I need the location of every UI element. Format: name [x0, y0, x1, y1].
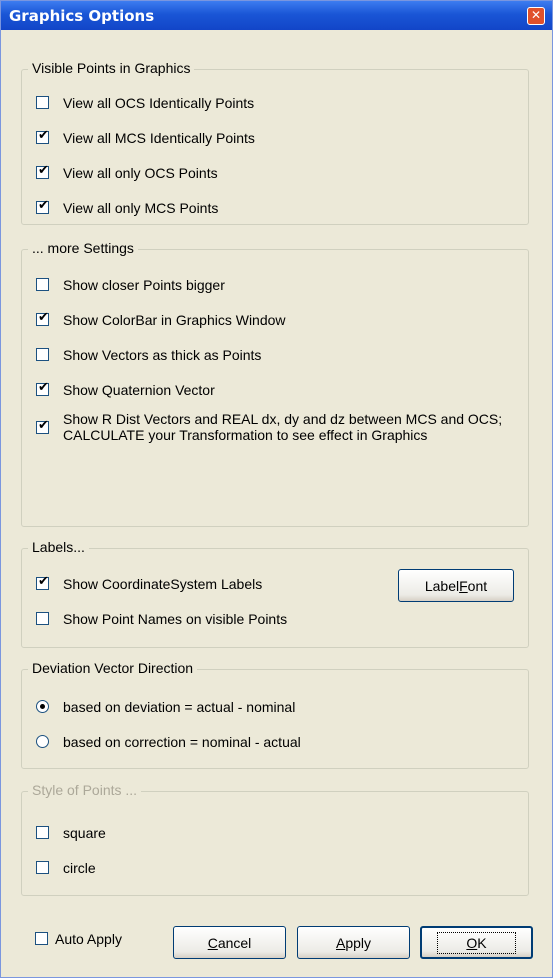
checkbox-box[interactable]: ✔: [36, 198, 49, 214]
style-of-points-group: Style of Points ... square circle: [21, 782, 529, 896]
checkbox-label: Show closer Points bigger: [63, 277, 225, 293]
checkbox-view-ocs-identically[interactable]: View all OCS Identically Points: [36, 95, 254, 111]
checkbox-box[interactable]: ✔: [36, 418, 49, 434]
apply-button[interactable]: Apply: [297, 926, 410, 959]
button-label: ancel: [217, 934, 252, 951]
button-mnemonic: A: [335, 934, 346, 951]
checkbox-square[interactable]: square: [36, 825, 106, 841]
cancel-button[interactable]: Cancel: [173, 926, 286, 959]
title-bar[interactable]: Graphics Options ✕: [1, 1, 552, 30]
label-font-button[interactable]: Label Font: [398, 569, 514, 602]
radio-label: based on deviation = actual - nominal: [63, 699, 296, 715]
radio-correction-nominal-minus-actual[interactable]: based on correction = nominal - actual: [36, 734, 301, 750]
checkbox-label: View all only MCS Points: [63, 200, 219, 216]
window-title: Graphics Options: [9, 7, 155, 25]
style-of-points-legend: Style of Points ...: [28, 782, 142, 798]
checkbox-circle[interactable]: circle: [36, 860, 96, 876]
ok-focus-rect: OK: [437, 931, 516, 954]
checkbox-label: View all only OCS Points: [63, 165, 218, 181]
button-mnemonic: C: [207, 934, 218, 951]
checkbox-box[interactable]: ✔: [36, 574, 49, 590]
button-mnemonic: F: [459, 577, 468, 594]
visible-points-group: Visible Points in Graphics View all OCS …: [21, 60, 529, 225]
checkbox-view-only-mcs[interactable]: ✔ View all only MCS Points: [36, 198, 219, 216]
graphics-options-dialog: Graphics Options ✕ Visible Points in Gra…: [0, 0, 553, 978]
deviation-legend: Deviation Vector Direction: [28, 660, 198, 676]
visible-points-legend: Visible Points in Graphics: [28, 60, 195, 76]
checkbox-box[interactable]: [36, 861, 49, 874]
button-label-prefix: Label: [424, 577, 460, 594]
checkbox-box[interactable]: ✔: [36, 310, 49, 326]
check-mark-icon: ✔: [38, 310, 49, 325]
labels-legend: Labels...: [28, 539, 89, 555]
radio-label: based on correction = nominal - actual: [63, 734, 301, 750]
checkbox-box[interactable]: [36, 826, 49, 839]
checkbox-box[interactable]: [36, 612, 49, 625]
button-label: pply: [345, 934, 372, 951]
more-settings-group: ... more Settings Show closer Points big…: [21, 240, 529, 527]
check-mark-icon: ✔: [38, 418, 49, 433]
check-mark-icon: ✔: [38, 128, 49, 143]
button-label: K: [477, 934, 487, 951]
checkbox-view-mcs-identically[interactable]: ✔ View all MCS Identically Points: [36, 128, 255, 146]
checkbox-box[interactable]: [35, 932, 48, 945]
checkbox-colorbar[interactable]: ✔ Show ColorBar in Graphics Window: [36, 310, 286, 328]
checkbox-label: Show R Dist Vectors and REAL dx, dy and …: [63, 411, 503, 443]
check-mark-icon: ✔: [38, 163, 49, 178]
button-mnemonic: O: [466, 934, 478, 951]
checkbox-label: Show Quaternion Vector: [63, 382, 215, 398]
check-mark-icon: ✔: [38, 198, 49, 213]
radio-button[interactable]: [36, 735, 49, 748]
radio-button[interactable]: [36, 700, 49, 713]
checkbox-label: Show ColorBar in Graphics Window: [63, 312, 286, 328]
checkbox-closer-points-bigger[interactable]: Show closer Points bigger: [36, 277, 225, 293]
check-mark-icon: ✔: [38, 574, 49, 589]
checkbox-quaternion-vector[interactable]: ✔ Show Quaternion Vector: [36, 380, 215, 398]
checkbox-box[interactable]: ✔: [36, 380, 49, 396]
close-icon: ✕: [530, 8, 542, 22]
checkbox-view-only-ocs[interactable]: ✔ View all only OCS Points: [36, 163, 218, 181]
checkbox-box[interactable]: ✔: [36, 163, 49, 179]
checkbox-box[interactable]: [36, 348, 49, 361]
checkbox-box[interactable]: [36, 278, 49, 291]
check-mark-icon: ✔: [38, 380, 49, 395]
checkbox-auto-apply[interactable]: Auto Apply: [35, 931, 122, 947]
checkbox-label: circle: [63, 860, 96, 876]
radio-dot-icon: [40, 704, 45, 709]
close-button[interactable]: ✕: [527, 7, 545, 25]
more-settings-legend: ... more Settings: [28, 240, 138, 256]
checkbox-label: View all MCS Identically Points: [63, 130, 255, 146]
checkbox-label: Show Vectors as thick as Points: [63, 347, 262, 363]
checkbox-vectors-thick[interactable]: Show Vectors as thick as Points: [36, 347, 261, 363]
checkbox-coordinate-system-labels[interactable]: ✔ Show CoordinateSystem Labels: [36, 574, 263, 592]
checkbox-r-dist-vectors[interactable]: ✔ Show R Dist Vectors and REAL dx, dy an…: [36, 411, 503, 443]
checkbox-label: View all OCS Identically Points: [63, 95, 255, 111]
radio-deviation-actual-minus-nominal[interactable]: based on deviation = actual - nominal: [36, 699, 295, 715]
deviation-group: Deviation Vector Direction based on devi…: [21, 660, 529, 769]
checkbox-label: Show CoordinateSystem Labels: [63, 576, 263, 592]
checkbox-label: square: [63, 825, 106, 841]
checkbox-point-names[interactable]: Show Point Names on visible Points: [36, 611, 287, 627]
labels-group: Labels... ✔ Show CoordinateSystem Labels…: [21, 539, 529, 648]
ok-button[interactable]: OK: [420, 926, 533, 959]
checkbox-box[interactable]: [36, 96, 49, 109]
checkbox-box[interactable]: ✔: [36, 128, 49, 144]
checkbox-label: Auto Apply: [55, 931, 122, 947]
button-label-suffix: ont: [467, 577, 488, 594]
checkbox-label: Show Point Names on visible Points: [63, 611, 288, 627]
